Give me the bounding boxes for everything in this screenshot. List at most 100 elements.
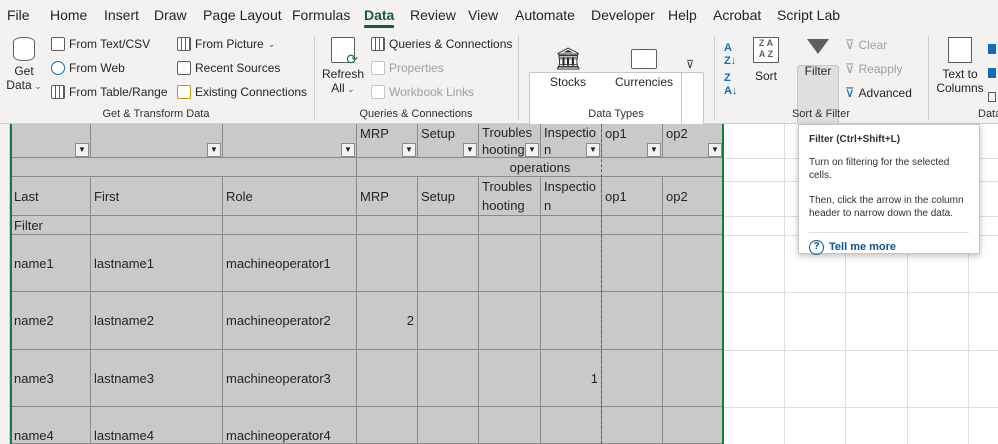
tab-data[interactable]: Data [364, 7, 395, 28]
workbook-links-button[interactable]: Workbook Links [371, 85, 474, 99]
tab-insert[interactable]: Insert [104, 7, 139, 23]
cell-mrp[interactable] [357, 350, 418, 407]
cell[interactable] [602, 407, 663, 444]
currencies-button[interactable]: Currencies [612, 46, 676, 89]
filter-button-content[interactable]: Filter [799, 37, 837, 78]
cell-header-op2[interactable]: op2 [663, 177, 724, 216]
tab-developer[interactable]: Developer [591, 7, 655, 23]
filter-dropdown-icon[interactable]: ▼ [525, 143, 539, 157]
filter-dropdown-icon[interactable]: ▼ [647, 143, 661, 157]
text-to-columns-button[interactable]: Text to Columns [936, 37, 984, 95]
filter-dropdown-icon[interactable]: ▼ [463, 143, 477, 157]
cell[interactable] [479, 235, 541, 292]
cell-setup[interactable] [418, 350, 479, 407]
sort-z-a-icon[interactable]: Z A↓ [724, 72, 737, 98]
cell[interactable] [91, 124, 223, 158]
filter-dropdown-icon[interactable]: ▼ [207, 143, 221, 157]
cell-first[interactable]: lastname2 [91, 292, 223, 350]
cell-first[interactable]: lastname4 [91, 407, 223, 444]
filter-dropdown-icon[interactable]: ▼ [75, 143, 89, 157]
filter-dropdown-icon[interactable]: ▼ [402, 143, 416, 157]
cell-mrp[interactable]: 2 [357, 292, 418, 350]
cell[interactable] [479, 216, 541, 235]
tab-help[interactable]: Help [668, 7, 697, 23]
cell[interactable] [91, 216, 223, 235]
tab-automate[interactable]: Automate [515, 7, 575, 23]
flash-fill-icon[interactable] [988, 44, 996, 54]
cell-last[interactable]: name2 [11, 292, 91, 350]
cell-setup[interactable] [418, 292, 479, 350]
cell-role[interactable]: machineoperator2 [223, 292, 357, 350]
row-header-strip[interactable] [0, 124, 10, 444]
cell-header-last[interactable]: Last [11, 177, 91, 216]
cell-role[interactable]: machineoperator1 [223, 235, 357, 292]
reapply-button[interactable]: ⊽ Reapply [845, 61, 903, 77]
cell[interactable] [479, 407, 541, 444]
cell-role[interactable]: machineoperator3 [223, 350, 357, 407]
cell-header-mrp[interactable]: MRP [357, 177, 418, 216]
tab-page-layout[interactable]: Page Layout [203, 7, 282, 23]
existing-connections-button[interactable]: Existing Connections [177, 85, 307, 99]
cell[interactable] [11, 158, 357, 177]
cell-last[interactable]: name3 [11, 350, 91, 407]
from-picture-button[interactable]: From Picture ⌄ [177, 37, 275, 51]
filter-dropdown-icon[interactable]: ▼ [708, 143, 722, 157]
remove-duplicates-icon[interactable] [988, 68, 996, 78]
cell[interactable] [541, 216, 602, 235]
cell-inspection[interactable]: 1 [541, 350, 602, 407]
cell[interactable] [223, 216, 357, 235]
tab-script-lab[interactable]: Script Lab [777, 7, 840, 23]
tab-file[interactable]: File [7, 7, 30, 23]
cell-mrp[interactable] [357, 407, 418, 444]
get-data-button[interactable]: Get Data ⌄ [6, 37, 42, 93]
stocks-button[interactable]: 🏛 Stocks [544, 46, 592, 89]
cell[interactable] [602, 350, 663, 407]
cell-header-role[interactable]: Role [223, 177, 357, 216]
cell-header-op1[interactable]: op1 [602, 177, 663, 216]
cell[interactable] [663, 292, 724, 350]
cell[interactable] [541, 407, 602, 444]
cell[interactable] [541, 235, 602, 292]
cell-operations-header[interactable]: operations [357, 158, 724, 177]
cell-setup[interactable] [418, 235, 479, 292]
sort-button[interactable]: Z AA Z Sort [750, 37, 782, 83]
cell-filter-label[interactable]: Filter [11, 216, 91, 235]
cell[interactable] [479, 350, 541, 407]
filter-dropdown-icon[interactable]: ▼ [341, 143, 355, 157]
advanced-button[interactable]: ⊽ Advanced [845, 85, 912, 101]
clear-button[interactable]: ⊽ Clear [845, 37, 887, 53]
cell[interactable] [663, 216, 724, 235]
cell[interactable] [357, 216, 418, 235]
filter-dropdown-icon[interactable]: ▼ [586, 143, 600, 157]
cell[interactable] [602, 235, 663, 292]
cell[interactable] [223, 124, 357, 158]
gallery-expand-icon[interactable]: ⊽ [686, 58, 694, 71]
properties-button[interactable]: Properties [371, 61, 444, 75]
refresh-all-button[interactable]: ⟳ Refresh All ⌄ [322, 37, 364, 96]
cell[interactable] [602, 292, 663, 350]
from-web-button[interactable]: From Web [51, 61, 125, 75]
cell-first[interactable]: lastname3 [91, 350, 223, 407]
cell[interactable] [418, 216, 479, 235]
cell-setup[interactable] [418, 407, 479, 444]
cell[interactable] [663, 407, 724, 444]
cell[interactable] [602, 216, 663, 235]
cell-role[interactable]: machineoperator4 [223, 407, 357, 444]
data-validation-icon[interactable] [988, 92, 996, 102]
sort-a-z-icon[interactable]: A Z↓ [724, 42, 736, 68]
from-text-csv-button[interactable]: From Text/CSV [51, 37, 150, 51]
tab-home[interactable]: Home [50, 7, 87, 23]
cell-last[interactable]: name1 [11, 235, 91, 292]
tab-draw[interactable]: Draw [154, 7, 187, 23]
cell-header-first[interactable]: First [91, 177, 223, 216]
cell-mrp[interactable] [357, 235, 418, 292]
cell-last[interactable]: name4 [11, 407, 91, 444]
recent-sources-button[interactable]: Recent Sources [177, 61, 280, 75]
tab-view[interactable]: View [468, 7, 498, 23]
cell-first[interactable]: lastname1 [91, 235, 223, 292]
tab-review[interactable]: Review [410, 7, 456, 23]
queries-connections-button[interactable]: Queries & Connections [371, 37, 512, 51]
cell[interactable] [541, 292, 602, 350]
from-table-range-button[interactable]: From Table/Range [51, 85, 168, 99]
tab-acrobat[interactable]: Acrobat [713, 7, 761, 23]
